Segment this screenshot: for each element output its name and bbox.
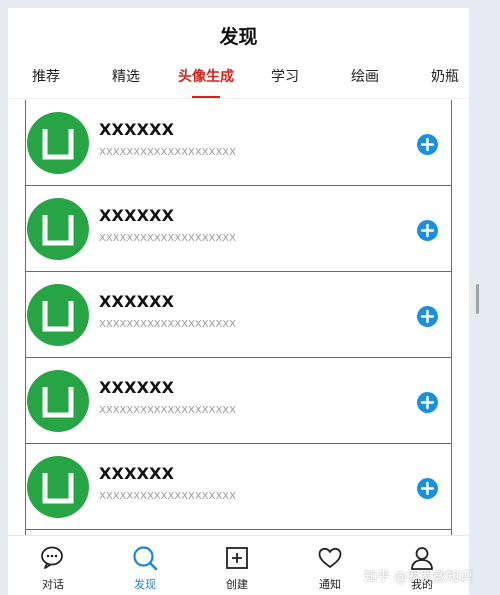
- nav-item-notifications[interactable]: 通知: [300, 536, 360, 595]
- item-subtitle: XXXXXXXXXXXXXXXXXXXX: [99, 319, 237, 330]
- avatar: [27, 370, 89, 432]
- add-button[interactable]: [417, 220, 438, 241]
- avatar: [27, 198, 89, 260]
- tab-label: 奶瓶: [431, 69, 459, 85]
- u-letter-icon: [42, 301, 74, 332]
- tab-recommend[interactable]: 推荐: [32, 60, 60, 98]
- nav-label: 创建: [226, 578, 248, 591]
- heart-icon: [318, 547, 342, 568]
- avatar: [27, 112, 89, 174]
- plus-circle-icon: [420, 309, 435, 324]
- tab-avatar-generation[interactable]: 头像生成: [178, 60, 234, 98]
- item-subtitle: XXXXXXXXXXXXXXXXXXXX: [99, 147, 237, 158]
- page-title: 发现: [219, 25, 258, 48]
- item-title: XXXXXX: [99, 120, 175, 139]
- watermark: 知乎 @罗罗教知识: [364, 570, 473, 585]
- avatar: [27, 284, 89, 346]
- avatar: [27, 456, 89, 518]
- nav-label: 发现: [134, 578, 156, 591]
- item-subtitle: XXXXXXXXXXXXXXXXXXXX: [99, 233, 237, 244]
- nav-label: 通知: [319, 578, 341, 591]
- list-item[interactable]: XXXXXX XXXXXXXXXXXXXXXXXXXX: [26, 358, 451, 444]
- plus-circle-icon: [420, 395, 435, 410]
- u-letter-icon: [42, 215, 74, 246]
- nav-item-create[interactable]: 创建: [207, 536, 267, 595]
- scrollbar-thumb[interactable]: [476, 284, 479, 314]
- nav-item-discover[interactable]: 发现: [115, 536, 175, 595]
- add-button[interactable]: [417, 478, 438, 499]
- plus-circle-icon: [420, 223, 435, 238]
- tab-label: 学习: [271, 69, 299, 85]
- header: 发现: [8, 8, 469, 60]
- u-letter-icon: [42, 387, 74, 418]
- nav-item-chat[interactable]: 对话: [23, 536, 83, 595]
- add-button[interactable]: [417, 134, 438, 155]
- list-item[interactable]: XXXXXX XXXXXXXXXXXXXXXXXXXX: [26, 272, 451, 358]
- add-button[interactable]: [417, 392, 438, 413]
- search-icon: [133, 546, 158, 571]
- tab-study[interactable]: 学习: [271, 60, 299, 98]
- tab-label: 推荐: [32, 69, 60, 85]
- item-subtitle: XXXXXXXXXXXXXXXXXXXX: [99, 491, 237, 502]
- tab-baby-bottle[interactable]: 奶瓶: [431, 60, 459, 98]
- list-item[interactable]: XXXXXX XXXXXXXXXXXXXXXXXXXX: [26, 186, 451, 272]
- add-button[interactable]: [417, 306, 438, 327]
- tab-bar: 推荐 精选 头像生成 学习 绘画 奶瓶: [8, 60, 469, 98]
- item-title: XXXXXX: [99, 206, 175, 225]
- tab-featured[interactable]: 精选: [112, 60, 140, 98]
- u-letter-icon: [42, 129, 74, 160]
- list-item[interactable]: XXXXXX XXXXXXXXXXXXXXXXXXXX: [26, 100, 451, 186]
- chat-icon: [41, 546, 63, 569]
- item-subtitle: XXXXXXXXXXXXXXXXXXXX: [99, 405, 237, 416]
- tab-divider: [8, 98, 469, 99]
- u-letter-icon: [42, 473, 74, 504]
- plus-circle-icon: [420, 481, 435, 496]
- app-screen: 发现 推荐 精选 头像生成 学习 绘画 奶瓶 XXXXXX XXXXXXXXXX…: [8, 8, 469, 595]
- item-title: XXXXXX: [99, 292, 175, 311]
- nav-label: 对话: [42, 578, 64, 591]
- tab-painting[interactable]: 绘画: [351, 60, 379, 98]
- item-title: XXXXXX: [99, 378, 175, 397]
- avatar-list[interactable]: XXXXXX XXXXXXXXXXXXXXXXXXXX XXXXXX XXXXX…: [25, 100, 452, 535]
- tab-label: 绘画: [351, 69, 379, 85]
- plus-circle-icon: [420, 137, 435, 152]
- item-title: XXXXXX: [99, 464, 175, 483]
- list-item[interactable]: XXXXXX XXXXXXXXXXXXXXXXXXXX: [26, 444, 451, 530]
- tab-label: 头像生成: [178, 69, 234, 85]
- bottom-navigation: 对话 发现 创建 通知 我的: [8, 535, 469, 595]
- tab-label: 精选: [112, 69, 140, 85]
- add-square-icon: [226, 547, 248, 569]
